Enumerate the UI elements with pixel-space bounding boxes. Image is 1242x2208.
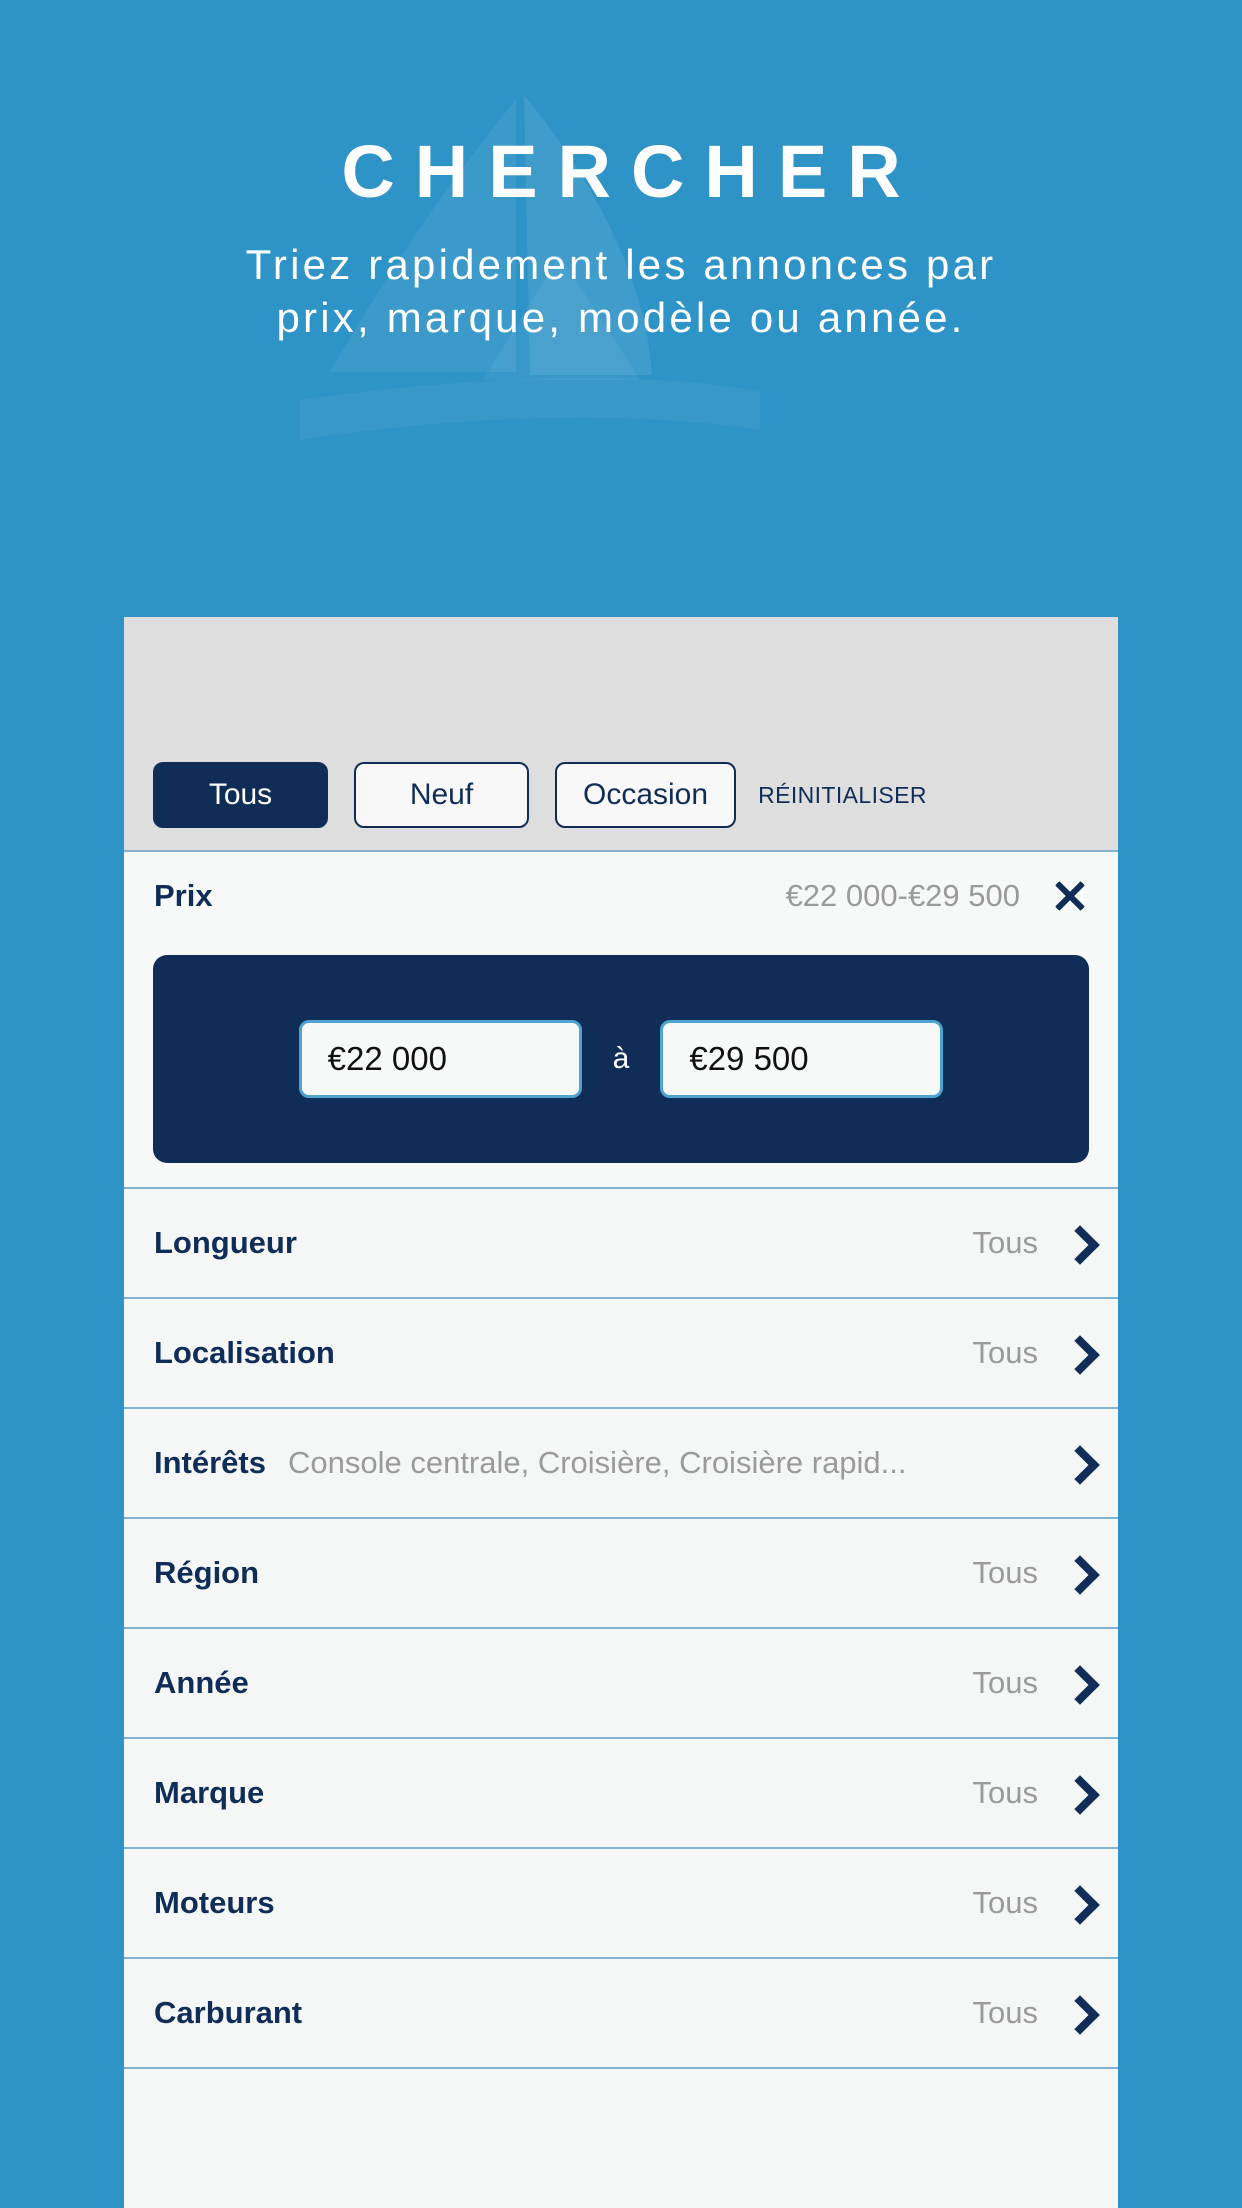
filter-value: Tous xyxy=(972,1665,1038,1700)
filter-value: Tous xyxy=(972,1995,1038,2030)
filter-row-partial[interactable] xyxy=(124,2067,1118,2177)
price-filter-label: Prix xyxy=(154,877,213,913)
filter-label: Marque xyxy=(154,1775,265,1810)
filter-row-marque[interactable]: Marque Tous xyxy=(124,1737,1118,1847)
price-filter-summary: €22 000-€29 500 xyxy=(785,877,1020,913)
filter-row-interets[interactable]: Intérêts Console centrale, Croisière, Cr… xyxy=(124,1407,1118,1517)
chevron-right-icon[interactable] xyxy=(1064,1444,1090,1482)
filter-row-annee[interactable]: Année Tous xyxy=(124,1627,1118,1737)
price-min-input[interactable]: €22 000 xyxy=(298,1020,582,1098)
hero-section: CHERCHER Triez rapidement les annonces p… xyxy=(0,0,1242,344)
price-panel-wrapper: €22 000 à €29 500 xyxy=(124,939,1118,1187)
segment-tous-label: Tous xyxy=(208,778,273,811)
filter-label: Année xyxy=(154,1665,249,1700)
filter-label: Longueur xyxy=(154,1225,297,1260)
chevron-right-icon[interactable] xyxy=(1064,1884,1090,1922)
search-filter-card: Tous Neuf Occasion RÉINITIALISER Prix €2… xyxy=(124,617,1118,2208)
filter-value: Tous xyxy=(972,1335,1038,1370)
condition-segment-bar: Tous Neuf Occasion RÉINITIALISER xyxy=(124,762,1118,828)
chevron-right-icon[interactable] xyxy=(1064,1224,1090,1262)
chevron-right-icon[interactable] xyxy=(1064,1994,1090,2032)
filter-value: Console centrale, Croisière, Croisière r… xyxy=(287,1445,907,1480)
filter-row-carburant[interactable]: Carburant Tous xyxy=(124,1957,1118,2067)
chevron-right-icon[interactable] xyxy=(1064,1334,1090,1372)
price-max-input[interactable]: €29 500 xyxy=(660,1020,944,1098)
page-subtitle: Triez rapidement les annonces par prix, … xyxy=(245,241,997,341)
filter-label: Localisation xyxy=(154,1335,335,1370)
filter-label: Carburant xyxy=(154,1995,303,2030)
segment-occasion-label: Occasion xyxy=(583,778,709,811)
chevron-right-icon[interactable] xyxy=(1064,1664,1090,1702)
price-range-panel: €22 000 à €29 500 xyxy=(153,955,1089,1163)
segment-neuf-label: Neuf xyxy=(409,778,474,811)
filter-value: Tous xyxy=(972,1885,1038,1920)
price-filter-header[interactable]: Prix €22 000-€29 500 xyxy=(124,852,1118,939)
filter-label: Moteurs xyxy=(154,1885,275,1920)
filter-list: Longueur Tous Localisation Tous Intérêts… xyxy=(124,1187,1118,2177)
filter-row-localisation[interactable]: Localisation Tous xyxy=(124,1297,1118,1407)
segment-occasion[interactable]: Occasion xyxy=(555,762,737,828)
close-icon[interactable] xyxy=(1050,876,1090,916)
filter-row-region[interactable]: Région Tous xyxy=(124,1517,1118,1627)
filter-value: Tous xyxy=(972,1225,1038,1260)
reset-filters-button[interactable]: RÉINITIALISER xyxy=(758,782,927,809)
price-range-separator: à xyxy=(612,1042,630,1075)
chevron-right-icon[interactable] xyxy=(1064,1554,1090,1592)
filter-value: Tous xyxy=(972,1775,1038,1810)
filter-row-moteurs[interactable]: Moteurs Tous xyxy=(124,1847,1118,1957)
filter-header: Tous Neuf Occasion RÉINITIALISER xyxy=(124,617,1118,852)
filter-label: Région xyxy=(154,1555,260,1590)
filter-value: Tous xyxy=(972,1555,1038,1590)
chevron-right-icon[interactable] xyxy=(1064,1774,1090,1812)
page-title: CHERCHER xyxy=(341,130,921,213)
filter-label: Intérêts xyxy=(154,1445,266,1480)
filter-row-longueur[interactable]: Longueur Tous xyxy=(124,1187,1118,1297)
segment-neuf[interactable]: Neuf xyxy=(354,762,529,828)
segment-tous[interactable]: Tous xyxy=(153,762,328,828)
